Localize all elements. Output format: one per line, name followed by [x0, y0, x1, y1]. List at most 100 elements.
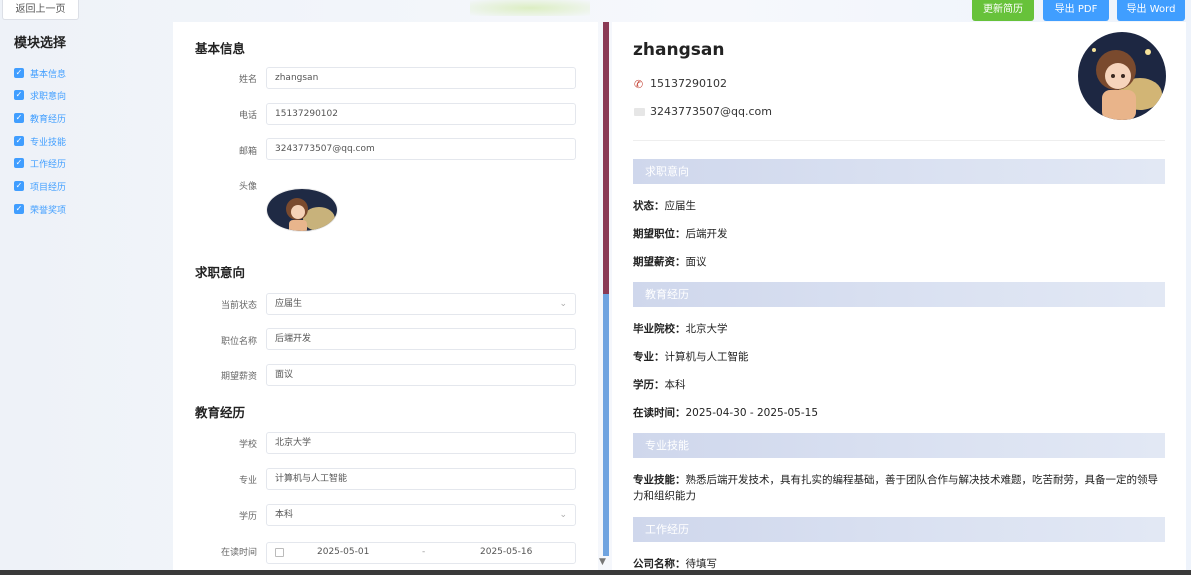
period-label: 在读时间 — [220, 548, 257, 558]
preview-school-line: 毕业院校：北京大学 — [633, 321, 728, 336]
section-title-education: 教育经历 — [195, 405, 246, 420]
salary-input[interactable]: 面议 — [266, 364, 576, 386]
panel-splitter[interactable] — [603, 22, 609, 294]
avatar-upload[interactable] — [266, 188, 338, 232]
phone-label: 电话 — [238, 111, 257, 121]
preview-phone: 15137290102 — [650, 77, 727, 90]
email-input[interactable]: 3243773507@qq.com — [266, 138, 576, 160]
preview-major-line: 专业：计算机与人工智能 — [633, 349, 749, 364]
chevron-down-icon: ⌄ — [559, 510, 567, 520]
preview-school-value: 北京大学 — [685, 323, 728, 335]
preview-period-value: 2025-04-30 - 2025-05-15 — [685, 407, 819, 419]
preview-company-line: 公司名称：待填写 — [633, 556, 717, 570]
sidebar-item-label: 专业技能 — [30, 137, 67, 148]
avatar-image — [267, 189, 337, 231]
checkbox-checked-icon[interactable]: ✓ — [14, 158, 24, 168]
checkbox-checked-icon[interactable]: ✓ — [14, 113, 24, 123]
update-resume-button[interactable]: 更新简历 — [972, 0, 1034, 21]
checkbox-checked-icon[interactable]: ✓ — [14, 181, 24, 191]
sidebar-item-basic[interactable]: ✓ 基本信息 — [14, 66, 66, 80]
sidebar-item-label: 教育经历 — [30, 114, 67, 125]
sidebar-item-label: 求职意向 — [30, 91, 67, 102]
header-divider — [633, 140, 1165, 141]
name-label: 姓名 — [238, 75, 257, 85]
section-title-basic: 基本信息 — [195, 41, 246, 56]
phone-icon: ✆ — [634, 78, 644, 91]
end-date-input[interactable]: 2025-05-16 — [480, 547, 532, 557]
degree-select[interactable]: 本科 ⌄ — [266, 504, 576, 526]
preview-section-skills: 专业技能 — [633, 433, 1165, 458]
major-input[interactable]: 计算机与人工智能 — [266, 468, 576, 490]
degree-select-value: 本科 — [275, 510, 294, 520]
sidebar-item-projects[interactable]: ✓ 项目经历 — [14, 179, 66, 193]
preview-salary-key: 期望薪资： — [633, 256, 686, 268]
mail-icon — [634, 108, 645, 116]
sidebar-title: 模块选择 — [14, 36, 67, 51]
preview-salary-value: 面议 — [685, 256, 707, 268]
preview-degree-line: 学历：本科 — [633, 377, 686, 392]
position-input[interactable]: 后端开发 — [266, 328, 576, 350]
checkbox-checked-icon[interactable]: ✓ — [14, 136, 24, 146]
sidebar-item-skills[interactable]: ✓ 专业技能 — [14, 134, 66, 148]
preview-position-key: 期望职位： — [633, 228, 686, 240]
preview-company-key: 公司名称： — [633, 558, 686, 570]
preview-name: zhangsan — [633, 40, 725, 60]
avatar-label: 头像 — [238, 182, 257, 192]
module-sidebar: 模块选择 ✓ 基本信息 ✓ 求职意向 ✓ 教育经历 ✓ 专业技能 ✓ 工作经历 … — [0, 22, 170, 570]
major-label: 专业 — [238, 476, 257, 486]
start-date-input[interactable]: 2025-05-01 — [317, 547, 369, 557]
preview-major-key: 专业： — [633, 351, 665, 363]
preview-skills-key: 专业技能： — [633, 474, 686, 486]
preview-major-value: 计算机与人工智能 — [664, 351, 749, 363]
checkbox-checked-icon[interactable]: ✓ — [14, 68, 24, 78]
resume-preview: zhangsan ✆ 15137290102 3243773507@qq.com… — [612, 22, 1186, 570]
preview-skills-value: 熟悉后端开发技术，具有扎实的编程基础，善于团队合作与解决技术难题，吃苦耐劳，具备… — [633, 474, 1158, 502]
sidebar-item-label: 项目经历 — [30, 182, 67, 193]
preview-degree-value: 本科 — [664, 379, 686, 391]
sidebar-item-work[interactable]: ✓ 工作经历 — [14, 156, 66, 170]
preview-section-education: 教育经历 — [633, 282, 1165, 307]
calendar-icon — [275, 548, 284, 557]
preview-skills-paragraph: 专业技能：熟悉后端开发技术，具有扎实的编程基础，善于团队合作与解决技术难题，吃苦… — [633, 472, 1163, 504]
sidebar-item-label: 工作经历 — [30, 159, 67, 170]
email-label: 邮箱 — [238, 147, 257, 157]
name-input[interactable]: zhangsan — [266, 67, 576, 89]
sidebar-item-education[interactable]: ✓ 教育经历 — [14, 111, 66, 125]
sidebar-item-intent[interactable]: ✓ 求职意向 — [14, 88, 66, 102]
preview-section-intent: 求职意向 — [633, 159, 1165, 184]
resume-form-panel: 基本信息 姓名 zhangsan 电话 15137290102 邮箱 32437… — [173, 22, 598, 570]
status-label: 当前状态 — [220, 301, 257, 311]
salary-label: 期望薪资 — [220, 372, 257, 382]
avatar-image — [1078, 32, 1166, 120]
school-label: 学校 — [238, 440, 257, 450]
sidebar-item-honors[interactable]: ✓ 荣誉奖项 — [14, 202, 66, 216]
preview-position-line: 期望职位：后端开发 — [633, 226, 728, 241]
preview-position-value: 后端开发 — [685, 228, 728, 240]
scrollbar-thumb[interactable] — [603, 294, 609, 556]
status-select[interactable]: 应届生 ⌄ — [266, 293, 576, 315]
checkbox-checked-icon[interactable]: ✓ — [14, 90, 24, 100]
preview-section-work: 工作经历 — [633, 517, 1165, 542]
section-title-intent: 求职意向 — [195, 265, 246, 280]
preview-period-line: 在读时间：2025-04-30 - 2025-05-15 — [633, 405, 818, 420]
preview-salary-line: 期望薪资：面议 — [633, 254, 707, 269]
scroll-down-icon[interactable]: ▼ — [599, 557, 606, 567]
decorative-glow — [470, 0, 590, 16]
preview-email: 3243773507@qq.com — [650, 105, 772, 118]
phone-input[interactable]: 15137290102 — [266, 103, 576, 125]
sidebar-item-label: 荣誉奖项 — [30, 205, 67, 216]
export-word-button[interactable]: 导出 Word — [1117, 0, 1185, 21]
preview-status-line: 状态：应届生 — [633, 198, 696, 213]
date-range-picker[interactable]: 2025-05-01 - 2025-05-16 — [266, 542, 576, 564]
chevron-down-icon: ⌄ — [559, 299, 567, 309]
window-bottom-edge — [0, 570, 1191, 575]
checkbox-checked-icon[interactable]: ✓ — [14, 204, 24, 214]
export-pdf-button[interactable]: 导出 PDF — [1043, 0, 1109, 21]
preview-period-key: 在读时间： — [633, 407, 686, 419]
date-separator: - — [422, 547, 426, 557]
preview-school-key: 毕业院校： — [633, 323, 686, 335]
preview-status-key: 状态： — [633, 200, 665, 212]
back-button[interactable]: 返回上一页 — [2, 0, 79, 20]
position-label: 职位名称 — [220, 337, 257, 347]
school-input[interactable]: 北京大学 — [266, 432, 576, 454]
